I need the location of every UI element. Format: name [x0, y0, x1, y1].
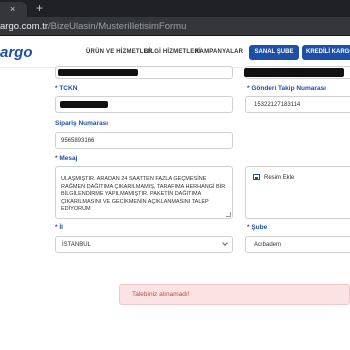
- online-branch-button[interactable]: SANAL ŞUBE: [249, 45, 299, 60]
- message-text: ULAŞMIŞTIR. ARADAN 24 SAATTEN FAZLA GEÇM…: [61, 176, 226, 212]
- message-label: * Mesaj: [55, 155, 78, 162]
- close-icon[interactable]: ×: [10, 3, 15, 15]
- site-logo[interactable]: argo: [0, 44, 33, 61]
- nav-campaigns[interactable]: KAMPANYALAR: [195, 49, 243, 55]
- branch-label: * Şube: [247, 224, 268, 231]
- redacted-value: [60, 101, 108, 108]
- tracking-number-label: * Gönderi Takip Numarası: [247, 85, 326, 92]
- site-header: argo ÜRÜN VE HİZMETLER BİLGİ HİZMETLERİ …: [0, 36, 350, 68]
- image-icon: [253, 174, 260, 180]
- url-text[interactable]: argo.com.tr/BizeUlasin/MusteriIletisimFo…: [0, 20, 186, 33]
- url-domain: argo.com.tr: [0, 21, 49, 32]
- address-bar[interactable]: argo.com.tr/BizeUlasin/MusteriIletisimFo…: [0, 17, 350, 36]
- city-value: İSTANBUL: [62, 242, 91, 248]
- branch-select[interactable]: Acıbadem: [245, 236, 350, 253]
- image-upload-label: Resim Ekle: [264, 175, 295, 181]
- chevron-down-icon: [222, 240, 228, 246]
- nav-products[interactable]: ÜRÜN VE HİZMETLER: [86, 49, 152, 55]
- order-number-value: 9565893166: [61, 138, 95, 144]
- url-path: /BizeUlasin/MusteriIletisimFormu: [48, 21, 187, 32]
- tckn-label: * TCKN: [55, 85, 78, 92]
- tracking-number-field[interactable]: 15322127183114: [245, 96, 350, 113]
- redacted-value: [58, 69, 138, 76]
- tracking-number-value: 15322127183114: [254, 102, 301, 108]
- redacted-value: [244, 68, 344, 77]
- plus-icon[interactable]: +: [36, 1, 43, 15]
- browser-tabstrip: × +: [0, 0, 350, 17]
- name-field[interactable]: [55, 66, 233, 79]
- nav-info[interactable]: BİLGİ HİZMETLERİ: [144, 49, 201, 55]
- error-alert-text: Talebiniz alınamadı!: [132, 291, 190, 298]
- order-number-label: Sipariş Numarası: [55, 120, 109, 127]
- branch-value: Acıbadem: [254, 242, 282, 248]
- city-label: * İl: [55, 224, 63, 231]
- credit-cargo-button[interactable]: KREDİLİ KARGO: [302, 45, 350, 60]
- image-upload-box[interactable]: Resim Ekle: [245, 166, 350, 219]
- error-alert: Talebiniz alınamadı!: [119, 284, 350, 305]
- tckn-field[interactable]: [55, 96, 233, 113]
- order-number-field[interactable]: 9565893166: [55, 132, 233, 149]
- browser-tab[interactable]: ×: [0, 2, 27, 17]
- city-select[interactable]: İSTANBUL: [55, 236, 233, 253]
- surname-field[interactable]: [244, 66, 350, 79]
